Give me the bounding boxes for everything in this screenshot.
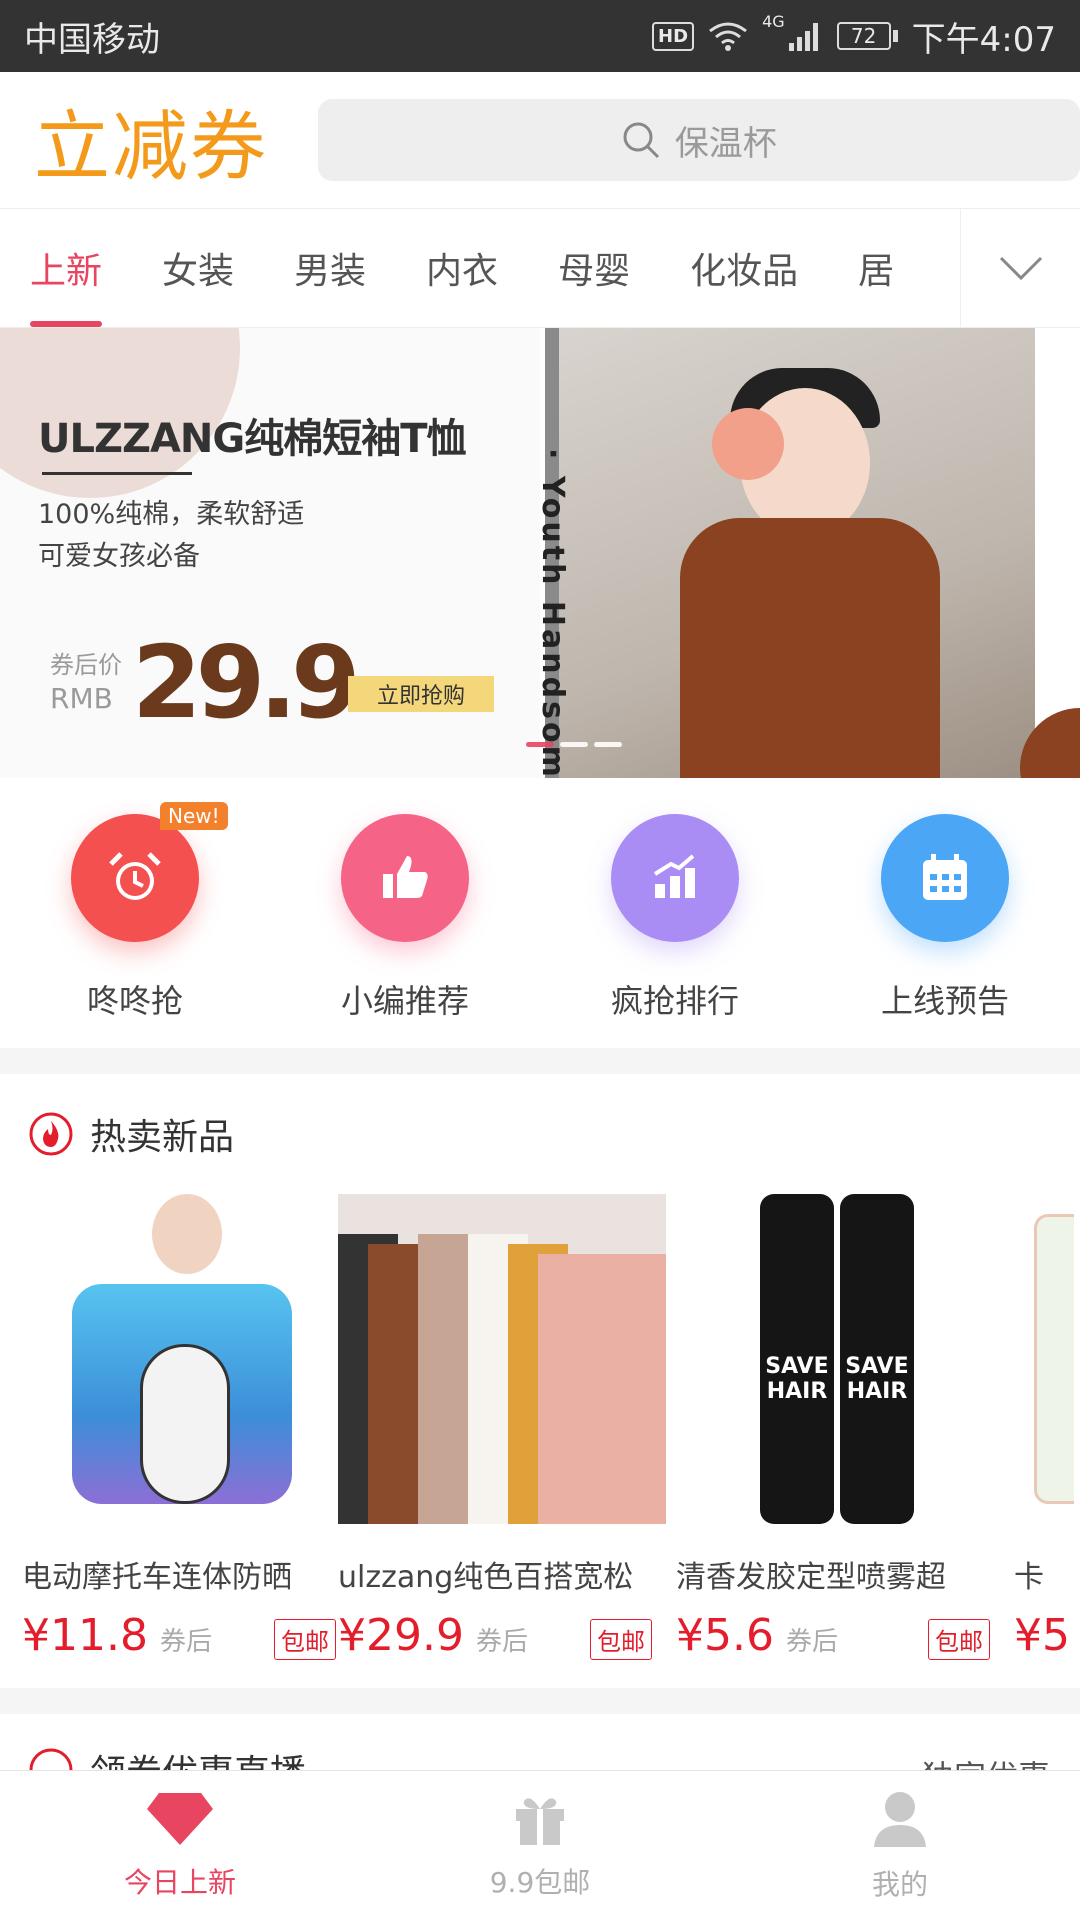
hd-icon: HD [652, 21, 695, 51]
tab-new[interactable]: 上新 [0, 209, 132, 327]
network-label: 4G [762, 11, 785, 31]
product-price: ¥5.6 [676, 1610, 774, 1661]
banner-price-label: 券后价 RMB [50, 651, 122, 715]
product-card[interactable]: 卡 ¥5 [1014, 1194, 1074, 1661]
banner-vertical-text: · Youth Handsome [535, 448, 570, 778]
product-image [22, 1194, 350, 1524]
quick-label: 上线预告 [880, 982, 1009, 1020]
tab-baby[interactable]: 母婴 [528, 209, 660, 327]
carrier: 中国移动 [24, 19, 160, 60]
app-header: 立减券 保温杯 [0, 72, 1080, 208]
nav-today-new[interactable]: 今日上新 [0, 1771, 360, 1920]
price-note: 券后 [785, 1627, 838, 1657]
tab-men[interactable]: 男装 [264, 209, 396, 327]
wifi-icon [709, 22, 747, 51]
quick-editor-picks[interactable]: 小编推荐 [270, 778, 540, 1048]
free-shipping-badge: 包邮 [590, 1619, 652, 1660]
clock: 下午4:07 [911, 19, 1056, 60]
product-name: 清香发胶定型喷雾超 [676, 1560, 946, 1595]
thumbs-up-icon [341, 814, 469, 942]
diamond-icon [147, 1792, 213, 1845]
price-note: 券后 [475, 1627, 528, 1657]
peach-image [712, 408, 784, 480]
product-price: ¥5 [1014, 1610, 1070, 1661]
expand-tabs-button[interactable] [960, 209, 1080, 327]
alarm-clock-icon [71, 814, 199, 942]
quick-upcoming[interactable]: 上线预告 [810, 778, 1080, 1048]
tab-home[interactable]: 居 [828, 209, 924, 327]
nav-free-shipping[interactable]: 9.9包邮 [360, 1771, 720, 1920]
product-card[interactable]: 电动摩托车连体防晒 ¥11.8 券后 包邮 [22, 1194, 350, 1661]
section-header: 热卖新品 [28, 1108, 234, 1160]
search-icon [623, 122, 659, 159]
quick-label: 咚咚抢 [86, 982, 183, 1020]
banner-subtitle-2: 可爱女孩必备 [38, 541, 200, 572]
product-list: 电动摩托车连体防晒 ¥11.8 券后 包邮 ulzzang纯色百搭宽松 ¥29.… [22, 1194, 1074, 1661]
quick-flash-sale[interactable]: New! 咚咚抢 [0, 778, 270, 1048]
hot-products-section: 热卖新品 电动摩托车连体防晒 ¥11.8 券后 包邮 ulzzang纯色百搭宽松… [0, 1074, 1080, 1688]
app-logo: 立减券 [34, 102, 268, 191]
new-badge: New! [160, 802, 228, 830]
user-icon [874, 1791, 926, 1847]
banner-text-panel: ULZZANG纯棉短袖T恤 100%纯棉，柔软舒适 可爱女孩必备 券后价 RMB… [0, 328, 540, 778]
product-name: 电动摩托车连体防晒 [22, 1560, 292, 1595]
nav-label: 9.9包邮 [489, 1865, 591, 1899]
tshirt-image [680, 518, 940, 778]
section-title: 热卖新品 [90, 1117, 235, 1158]
bottom-nav: 今日上新 9.9包邮 我的 [0, 1770, 1080, 1920]
tab-underwear[interactable]: 内衣 [396, 209, 528, 327]
chevron-down-icon [999, 256, 1042, 281]
free-shipping-badge: 包邮 [274, 1619, 336, 1660]
nav-label: 今日上新 [123, 1865, 236, 1899]
rank-chart-icon [611, 814, 739, 942]
carousel-indicator [526, 742, 622, 747]
promo-banner[interactable]: ULZZANG纯棉短袖T恤 100%纯棉，柔软舒适 可爱女孩必备 券后价 RMB… [0, 328, 1080, 778]
banner-price: 29.9 [132, 624, 361, 741]
quick-label: 疯抢排行 [610, 982, 739, 1020]
tab-women[interactable]: 女装 [132, 209, 264, 327]
product-card[interactable]: ulzzang纯色百搭宽松 ¥29.9 券后 包邮 [338, 1194, 666, 1661]
section-divider [0, 1688, 1080, 1714]
status-bar: 中国移动 HD 4G 72 下午4:07 [0, 0, 1080, 72]
fire-icon [29, 1112, 73, 1156]
gift-icon [516, 1797, 564, 1845]
buy-now-button[interactable]: 立即抢购 [348, 676, 494, 712]
nav-profile[interactable]: 我的 [720, 1771, 1080, 1920]
product-name: 卡 [1014, 1560, 1044, 1595]
product-price: ¥11.8 [22, 1610, 148, 1661]
search-placeholder: 保温杯 [674, 123, 777, 164]
free-shipping-badge: 包邮 [928, 1619, 990, 1660]
category-tabs: 上新 女装 男装 内衣 母婴 化妆品 居 [0, 208, 1080, 328]
banner-title: ULZZANG纯棉短袖T恤 [38, 416, 467, 462]
signal-icon [788, 23, 818, 51]
quick-ranking[interactable]: 疯抢排行 [540, 778, 810, 1048]
product-price: ¥29.9 [338, 1610, 464, 1661]
product-image [338, 1194, 666, 1524]
quick-label: 小编推荐 [340, 982, 469, 1020]
product-card[interactable]: SAVE HAIR SAVE HAIR 清香发胶定型喷雾超 ¥5.6 券后 包邮 [676, 1194, 1004, 1661]
calendar-icon [881, 814, 1009, 942]
battery-level: 72 [836, 22, 891, 50]
product-image: SAVE HAIR SAVE HAIR [676, 1194, 1004, 1524]
section-divider [0, 1048, 1080, 1074]
product-name: ulzzang纯色百搭宽松 [338, 1560, 634, 1595]
status-icons: HD 4G 72 下午4:07 [652, 12, 1056, 61]
battery-icon: 72 [836, 22, 898, 50]
search-bar[interactable]: 保温杯 [317, 99, 1080, 181]
quick-entries: New! 咚咚抢 小编推荐 疯抢排行 上线预告 [0, 778, 1080, 1048]
tab-cosmetics[interactable]: 化妆品 [660, 209, 828, 327]
price-note: 券后 [159, 1627, 212, 1657]
banner-subtitle-1: 100%纯棉，柔软舒适 [38, 499, 305, 530]
product-image [1014, 1194, 1074, 1524]
nav-label: 我的 [871, 1867, 928, 1901]
